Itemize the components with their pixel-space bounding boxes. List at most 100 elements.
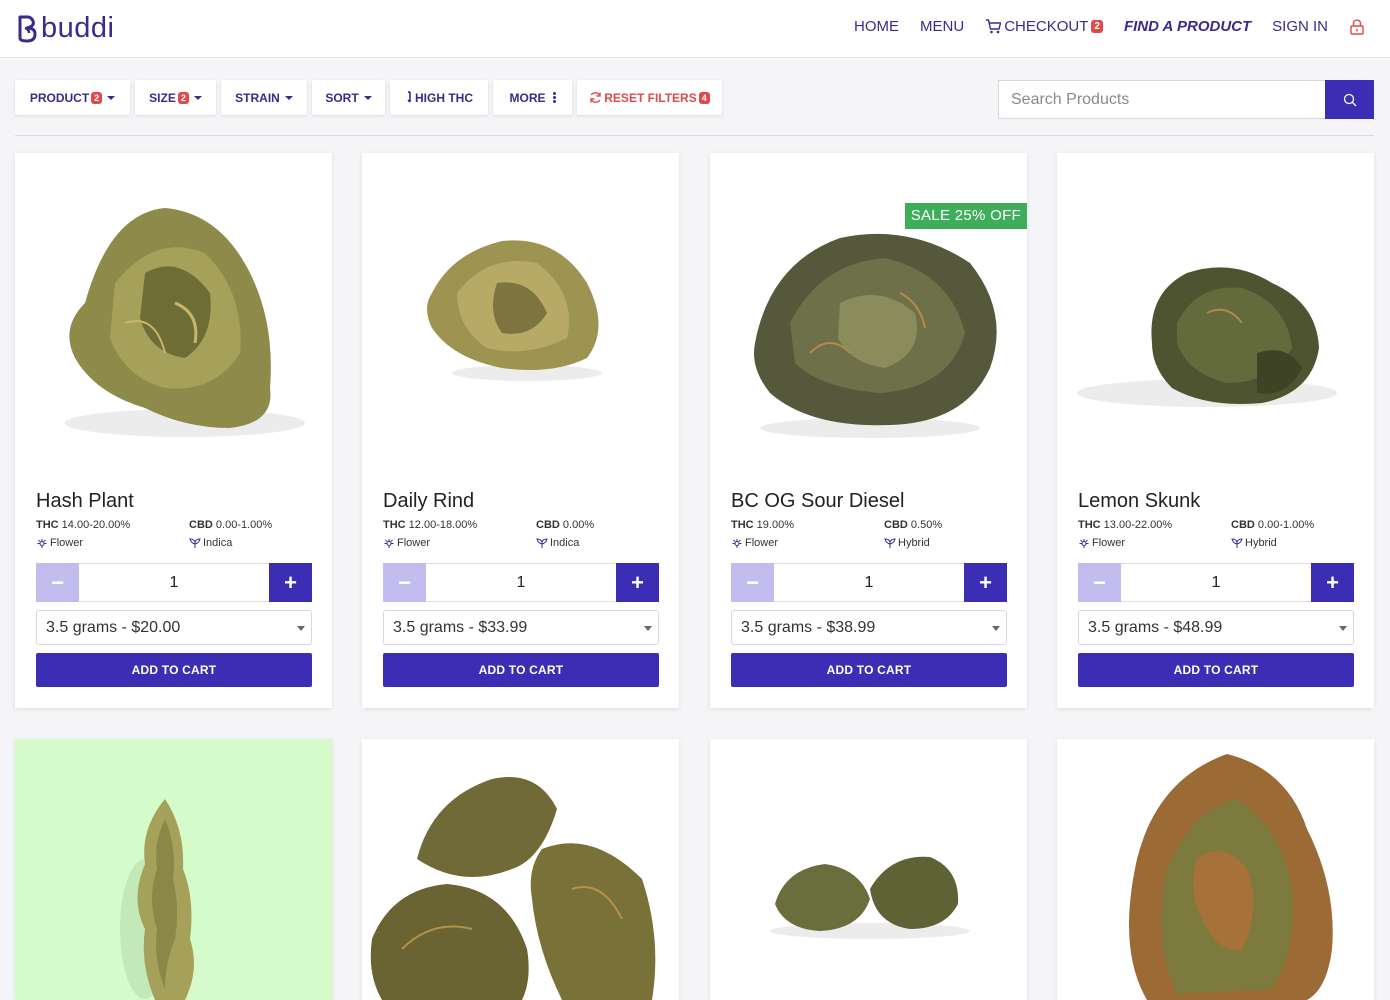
- sort-arrows-icon: [407, 91, 411, 103]
- nav-menu[interactable]: MENU: [920, 18, 964, 35]
- strain-tag: Hybrid: [1231, 537, 1277, 549]
- leaf-icon: [189, 537, 201, 548]
- decrement-button[interactable]: −: [731, 563, 774, 602]
- lock-icon[interactable]: [1350, 18, 1364, 35]
- size-select[interactable]: 3.5 grams - $33.99: [383, 610, 659, 645]
- leaf-icon: [884, 537, 896, 548]
- strain-tag: Hybrid: [884, 537, 930, 549]
- add-to-cart-button[interactable]: ADD TO CART: [383, 653, 659, 687]
- filter-sort-button[interactable]: SORT: [312, 80, 385, 115]
- sale-badge: SALE 25% OFF: [904, 203, 1027, 229]
- product-card: Hash Plant THC 14.00-20.00% CBD 0.00-1.0…: [15, 153, 332, 708]
- increment-button[interactable]: +: [1311, 563, 1354, 602]
- product-name[interactable]: BC OG Sour Diesel: [731, 490, 904, 513]
- dropdown-arrow-icon: [992, 626, 1000, 631]
- product-image[interactable]: [362, 739, 679, 1000]
- product-card: [710, 739, 1027, 1000]
- flower-icon: [1079, 538, 1089, 548]
- refresh-icon: [590, 92, 601, 103]
- reset-filters-label: RESET FILTERS: [604, 90, 697, 105]
- product-name[interactable]: Lemon Skunk: [1078, 490, 1200, 513]
- category-tag: Flower: [36, 537, 83, 549]
- add-to-cart-button[interactable]: ADD TO CART: [1078, 653, 1354, 687]
- product-card: Lemon Skunk THC 13.00-22.00% CBD 0.00-1.…: [1057, 153, 1374, 708]
- chevron-down-icon: [107, 95, 116, 100]
- filter-sort-label: SORT: [325, 90, 359, 105]
- size-select[interactable]: 3.5 grams - $38.99: [731, 610, 1007, 645]
- add-to-cart-button[interactable]: ADD TO CART: [731, 653, 1007, 687]
- product-name[interactable]: Daily Rind: [383, 490, 474, 513]
- filter-more-button[interactable]: MORE: [493, 80, 572, 115]
- main-nav: HOME MENU CHECKOUT 2 FIND A PRODUCT SIGN…: [833, 18, 1364, 35]
- cbd-value: CBD 0.50%: [884, 519, 943, 531]
- search-button[interactable]: [1325, 80, 1374, 119]
- cbd-value: CBD 0.00-1.00%: [189, 519, 273, 531]
- filter-high-thc-label: HIGH THC: [415, 90, 473, 105]
- product-image[interactable]: [362, 153, 679, 483]
- nav-checkout[interactable]: CHECKOUT 2: [985, 18, 1103, 35]
- quantity-input[interactable]: 1: [79, 563, 269, 602]
- brand-logo[interactable]: buddi: [16, 13, 114, 43]
- filter-strain-button[interactable]: STRAIN: [221, 80, 307, 115]
- filter-product-button[interactable]: PRODUCT 2: [15, 80, 130, 115]
- category-tag: Flower: [731, 537, 778, 549]
- quantity-stepper: − 1 +: [731, 563, 1007, 602]
- top-navbar: buddi HOME MENU CHECKOUT 2 FIND A PRODUC…: [0, 0, 1390, 58]
- size-select[interactable]: 3.5 grams - $20.00: [36, 610, 312, 645]
- decrement-button[interactable]: −: [36, 563, 79, 602]
- quantity-input[interactable]: 1: [1121, 563, 1311, 602]
- flower-icon: [384, 538, 394, 548]
- product-image[interactable]: [15, 153, 332, 483]
- search-input[interactable]: [998, 80, 1325, 119]
- nav-find-product[interactable]: FIND A PRODUCT: [1124, 18, 1251, 35]
- dropdown-arrow-icon: [644, 626, 652, 631]
- filter-size-label: SIZE: [149, 90, 176, 105]
- filter-high-thc-button[interactable]: HIGH THC: [390, 80, 488, 115]
- quantity-stepper: − 1 +: [36, 563, 312, 602]
- filter-more-label: MORE: [509, 90, 546, 105]
- cart-icon: [986, 19, 1002, 34]
- add-to-cart-button[interactable]: ADD TO CART: [36, 653, 312, 687]
- product-image[interactable]: [15, 739, 332, 1000]
- thc-value: THC 13.00-22.00%: [1078, 519, 1173, 531]
- product-name[interactable]: Hash Plant: [36, 490, 134, 513]
- filter-divider: [15, 135, 1374, 136]
- product-image[interactable]: [710, 739, 1027, 1000]
- checkout-count-badge: 2: [1091, 20, 1103, 33]
- product-card: [362, 739, 679, 1000]
- thc-value: THC 12.00-18.00%: [383, 519, 478, 531]
- size-select[interactable]: 3.5 grams - $48.99: [1078, 610, 1354, 645]
- nav-home[interactable]: HOME: [854, 18, 899, 35]
- quantity-input[interactable]: 1: [774, 563, 964, 602]
- product-image[interactable]: [1057, 739, 1374, 1000]
- nav-sign-in[interactable]: SIGN IN: [1272, 18, 1328, 35]
- filter-strain-label: STRAIN: [235, 90, 280, 105]
- flower-icon: [37, 538, 47, 548]
- decrement-button[interactable]: −: [1078, 563, 1121, 602]
- product-card: [1057, 739, 1374, 1000]
- increment-button[interactable]: +: [616, 563, 659, 602]
- dropdown-arrow-icon: [1339, 626, 1347, 631]
- filter-product-label: PRODUCT: [29, 90, 90, 105]
- increment-button[interactable]: +: [269, 563, 312, 602]
- chevron-down-icon: [363, 95, 372, 100]
- filter-size-button[interactable]: SIZE 2: [135, 80, 216, 115]
- brand-name: buddi: [41, 12, 115, 44]
- leaf-icon: [536, 537, 548, 548]
- reset-filters-button[interactable]: RESET FILTERS 4: [577, 80, 722, 115]
- category-tag: Flower: [383, 537, 430, 549]
- decrement-button[interactable]: −: [383, 563, 426, 602]
- thc-value: THC 19.00%: [731, 519, 794, 531]
- filter-product-count: 2: [91, 91, 103, 104]
- flower-icon: [732, 538, 742, 548]
- thc-value: THC 14.00-20.00%: [36, 519, 131, 531]
- product-card: Daily Rind THC 12.00-18.00% CBD 0.00% Fl…: [362, 153, 679, 708]
- increment-button[interactable]: +: [964, 563, 1007, 602]
- chevron-down-icon: [284, 95, 293, 100]
- filter-size-count: 2: [177, 91, 189, 104]
- quantity-input[interactable]: 1: [426, 563, 616, 602]
- strain-tag: Indica: [536, 537, 579, 549]
- product-image[interactable]: [1057, 153, 1374, 483]
- product-card: SALE 25% OFF BC OG Sour Diesel THC 19.00…: [710, 153, 1027, 708]
- product-card: [15, 739, 332, 1000]
